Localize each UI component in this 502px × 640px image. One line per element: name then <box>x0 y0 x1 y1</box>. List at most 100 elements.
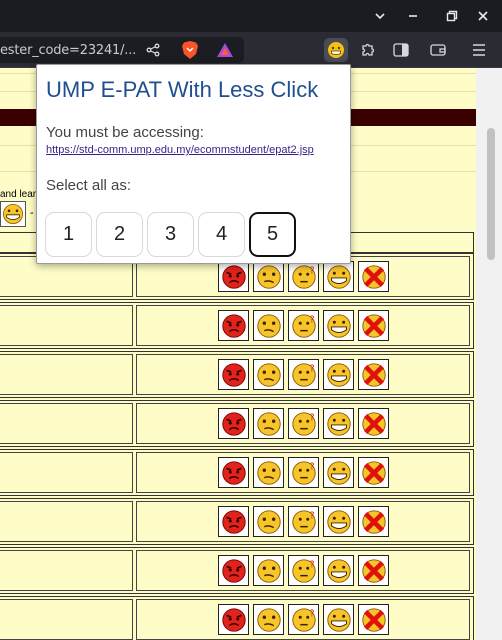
rating-faces: ? <box>218 555 389 586</box>
not-applicable-x-icon[interactable] <box>358 359 389 390</box>
svg-text:?: ? <box>309 608 314 619</box>
brave-rewards-icon[interactable] <box>213 38 237 62</box>
menu-icon[interactable] <box>467 38 491 62</box>
svg-text:?: ? <box>309 510 314 521</box>
address-bar[interactable]: ester_code=23241/... <box>0 37 244 63</box>
thinking-face-icon[interactable]: ? <box>288 408 319 439</box>
not-applicable-x-icon[interactable] <box>358 310 389 341</box>
rating-cell: ? <box>136 403 470 444</box>
rating-faces: ? <box>218 506 389 537</box>
thinking-face-icon[interactable]: ? <box>288 506 319 537</box>
angry-face-icon[interactable] <box>218 261 249 292</box>
rating-cell: ? <box>136 501 470 542</box>
not-applicable-x-icon[interactable] <box>358 408 389 439</box>
question-cell <box>0 403 133 444</box>
angry-face-icon[interactable] <box>218 310 249 341</box>
confused-face-icon[interactable] <box>253 261 284 292</box>
angry-face-icon[interactable] <box>218 506 249 537</box>
rating-cell: ? <box>136 452 470 493</box>
table-row: ? <box>0 302 474 349</box>
grin-face-icon[interactable] <box>323 506 354 537</box>
close-icon[interactable] <box>470 4 496 28</box>
rating-faces: ? <box>218 408 389 439</box>
scrollbar-thumb[interactable] <box>487 128 495 260</box>
table-row: ? <box>0 400 474 447</box>
grin-face-icon[interactable] <box>323 310 354 341</box>
grin-face-icon[interactable] <box>323 359 354 390</box>
rating-button-2[interactable]: 2 <box>96 212 143 257</box>
wallet-icon[interactable] <box>426 38 450 62</box>
table-row: ? <box>0 547 474 594</box>
title-bar <box>0 0 502 32</box>
confused-face-icon[interactable] <box>253 555 284 586</box>
not-applicable-x-icon[interactable] <box>358 457 389 488</box>
sidebar-icon[interactable] <box>389 38 413 62</box>
rating-options: 1 2 3 4 5 <box>45 212 296 257</box>
page-scrollbar[interactable] <box>476 68 502 640</box>
question-cell <box>0 354 133 395</box>
grin-face-icon[interactable] <box>323 408 354 439</box>
select-all-label: Select all as: <box>46 177 132 194</box>
not-applicable-x-icon[interactable] <box>358 604 389 635</box>
grin-face-icon[interactable] <box>323 604 354 635</box>
table-row: ? <box>0 596 474 640</box>
confused-face-icon[interactable] <box>253 506 284 537</box>
thinking-face-icon[interactable]: ? <box>288 359 319 390</box>
rating-faces: ? <box>218 310 389 341</box>
rating-button-3[interactable]: 3 <box>147 212 194 257</box>
popup-title: UMP E-PAT With Less Click <box>46 77 319 102</box>
angry-face-icon[interactable] <box>218 408 249 439</box>
share-icon[interactable] <box>141 38 165 62</box>
svg-text:?: ? <box>309 363 314 374</box>
angry-face-icon[interactable] <box>218 555 249 586</box>
table-row: ? <box>0 498 474 545</box>
tab-list-chevron-icon[interactable] <box>367 4 393 28</box>
grin-face-icon[interactable] <box>323 261 354 292</box>
thinking-face-icon[interactable]: ? <box>288 457 319 488</box>
extension-smiley-icon[interactable] <box>324 38 348 62</box>
question-cell <box>0 550 133 591</box>
instruction-text: and lear <box>0 189 37 200</box>
confused-face-icon[interactable] <box>253 359 284 390</box>
rating-button-4[interactable]: 4 <box>198 212 245 257</box>
rating-cell: ? <box>136 354 470 395</box>
accessing-url-link[interactable]: https://std-comm.ump.edu.my/ecommstudent… <box>46 144 314 156</box>
thinking-face-icon[interactable]: ? <box>288 555 319 586</box>
rating-button-1[interactable]: 1 <box>45 212 92 257</box>
confused-face-icon[interactable] <box>253 408 284 439</box>
rating-cell: ? <box>136 550 470 591</box>
grin-face-icon[interactable] <box>323 555 354 586</box>
rating-cell: ? <box>136 599 470 640</box>
confused-face-icon[interactable] <box>253 604 284 635</box>
angry-face-icon[interactable] <box>218 457 249 488</box>
rating-faces: ? <box>218 261 389 292</box>
grin-face-icon[interactable] <box>323 457 354 488</box>
accessing-label: You must be accessing: <box>46 124 204 141</box>
svg-text:?: ? <box>309 412 314 423</box>
svg-text:?: ? <box>309 461 314 472</box>
thinking-face-icon[interactable]: ? <box>288 310 319 341</box>
confused-face-icon[interactable] <box>253 310 284 341</box>
thinking-face-icon[interactable]: ? <box>288 604 319 635</box>
browser-toolbar: ester_code=23241/... <box>0 32 502 68</box>
question-cell <box>0 452 133 493</box>
extensions-puzzle-icon[interactable] <box>356 38 380 62</box>
restore-icon[interactable] <box>439 4 465 28</box>
brave-shield-icon[interactable] <box>178 38 202 62</box>
url-text[interactable]: ester_code=23241/... <box>0 43 136 58</box>
thinking-face-icon[interactable]: ? <box>288 261 319 292</box>
rating-faces: ? <box>218 457 389 488</box>
angry-face-icon[interactable] <box>218 604 249 635</box>
svg-text:?: ? <box>309 265 314 276</box>
minimize-icon[interactable] <box>400 4 426 28</box>
table-row: ? <box>0 351 474 398</box>
confused-face-icon[interactable] <box>253 457 284 488</box>
question-cell <box>0 305 133 346</box>
not-applicable-x-icon[interactable] <box>358 261 389 292</box>
rating-button-5[interactable]: 5 <box>249 212 296 257</box>
angry-face-icon[interactable] <box>218 359 249 390</box>
table-row: ? <box>0 449 474 496</box>
not-applicable-x-icon[interactable] <box>358 506 389 537</box>
not-applicable-x-icon[interactable] <box>358 555 389 586</box>
rating-faces: ? <box>218 359 389 390</box>
